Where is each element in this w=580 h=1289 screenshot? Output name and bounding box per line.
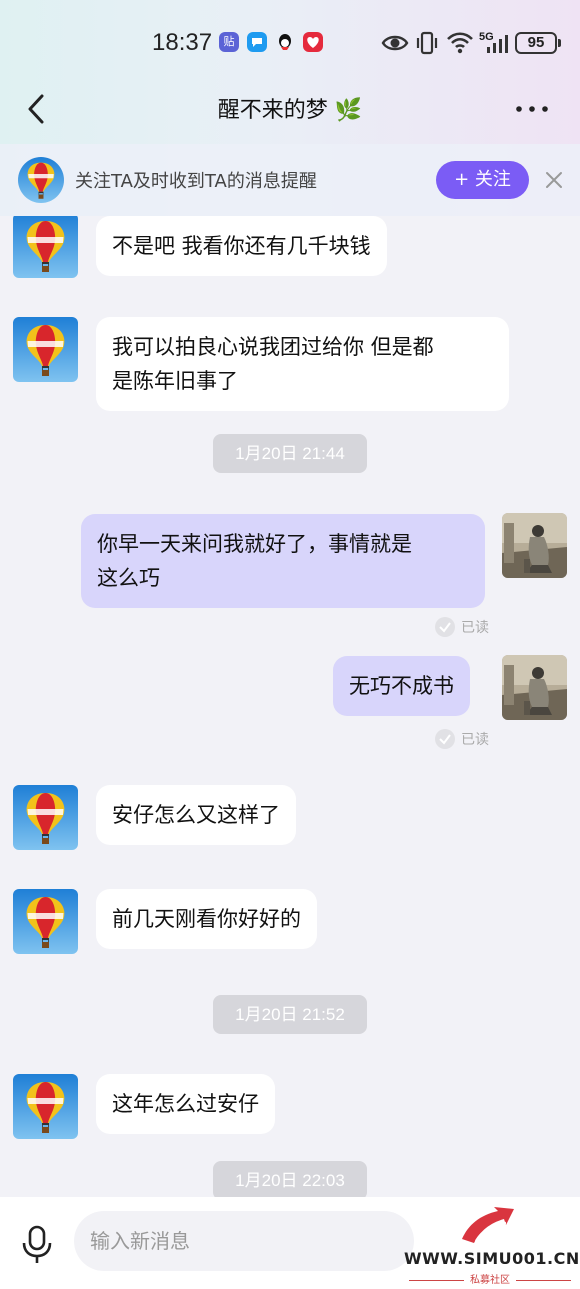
- leaf-emoji: 🌿: [334, 98, 363, 123]
- read-receipt: 已读: [434, 616, 489, 638]
- outgoing-message[interactable]: 你早一天来问我就好了，事情就是 这么巧: [81, 514, 485, 608]
- follow-hint-text: 关注TA及时收到TA的消息提醒: [75, 171, 317, 192]
- incoming-message[interactable]: 前几天刚看你好好的: [96, 889, 317, 949]
- incoming-message[interactable]: 安仔怎么又这样了: [96, 785, 296, 845]
- watermark-subtext: 私募社区: [400, 1271, 580, 1286]
- check-circle-icon: [435, 729, 455, 749]
- follow-banner: 关注TA及时收到TA的消息提醒 + 关注: [0, 144, 580, 216]
- incoming-message[interactable]: 不是吧 我看你还有几千块钱: [96, 216, 387, 276]
- incoming-message[interactable]: 这年怎么过安仔: [96, 1074, 275, 1134]
- contact-avatar[interactable]: [13, 216, 78, 278]
- nav-bar: 醒不来的梦 🌿: [0, 80, 580, 136]
- battery-indicator: 95: [515, 32, 561, 54]
- message-list[interactable]: 不是吧 我看你还有几千块钱 我可以拍良心说我团过给你 但是都 是陈年旧事了 1月…: [0, 216, 580, 1197]
- outgoing-message[interactable]: 无巧不成书: [333, 656, 470, 716]
- message-timestamp: 1月20日 22:03: [213, 1161, 367, 1197]
- read-status: 已读: [461, 620, 489, 636]
- my-avatar[interactable]: [502, 655, 567, 720]
- contact-avatar[interactable]: [13, 317, 78, 382]
- app-heart-icon: [303, 32, 323, 52]
- wifi-icon: [447, 32, 473, 54]
- watermark-text: WWW.SIMU001.CN: [404, 1249, 580, 1268]
- follow-button[interactable]: + 关注: [436, 161, 529, 199]
- contact-avatar[interactable]: [13, 889, 78, 954]
- read-status: 已读: [461, 732, 489, 748]
- status-time: 18:37: [152, 29, 213, 56]
- close-icon[interactable]: [545, 171, 563, 189]
- contact-avatar[interactable]: [13, 785, 78, 850]
- message-timestamp: 1月20日 21:44: [213, 434, 367, 473]
- qq-icon: [275, 32, 295, 52]
- vibrate-icon: [416, 31, 438, 55]
- follow-avatar: [18, 157, 64, 203]
- message-timestamp: 1月20日 21:52: [213, 995, 367, 1034]
- watermark: WWW.SIMU001.CN 私募社区: [400, 1203, 580, 1286]
- chat-title: 醒不来的梦 🌿: [0, 92, 580, 124]
- eye-icon: [381, 35, 409, 51]
- status-bar: 18:37 贴 5G 95: [0, 22, 580, 66]
- check-circle-icon: [435, 617, 455, 637]
- read-receipt: 已读: [434, 728, 489, 750]
- chat-title-text: 醒不来的梦: [217, 98, 328, 123]
- tieba-icon: 贴: [219, 32, 239, 52]
- contact-avatar[interactable]: [13, 1074, 78, 1139]
- signal-icon: [487, 35, 508, 53]
- incoming-message[interactable]: 我可以拍良心说我团过给你 但是都 是陈年旧事了: [96, 317, 509, 411]
- microphone-icon[interactable]: [20, 1225, 54, 1265]
- message-input[interactable]: [74, 1211, 414, 1271]
- my-avatar[interactable]: [502, 513, 567, 578]
- simu-logo-icon: [462, 1207, 514, 1243]
- message-icon: [247, 32, 267, 52]
- more-options-button[interactable]: [514, 104, 550, 114]
